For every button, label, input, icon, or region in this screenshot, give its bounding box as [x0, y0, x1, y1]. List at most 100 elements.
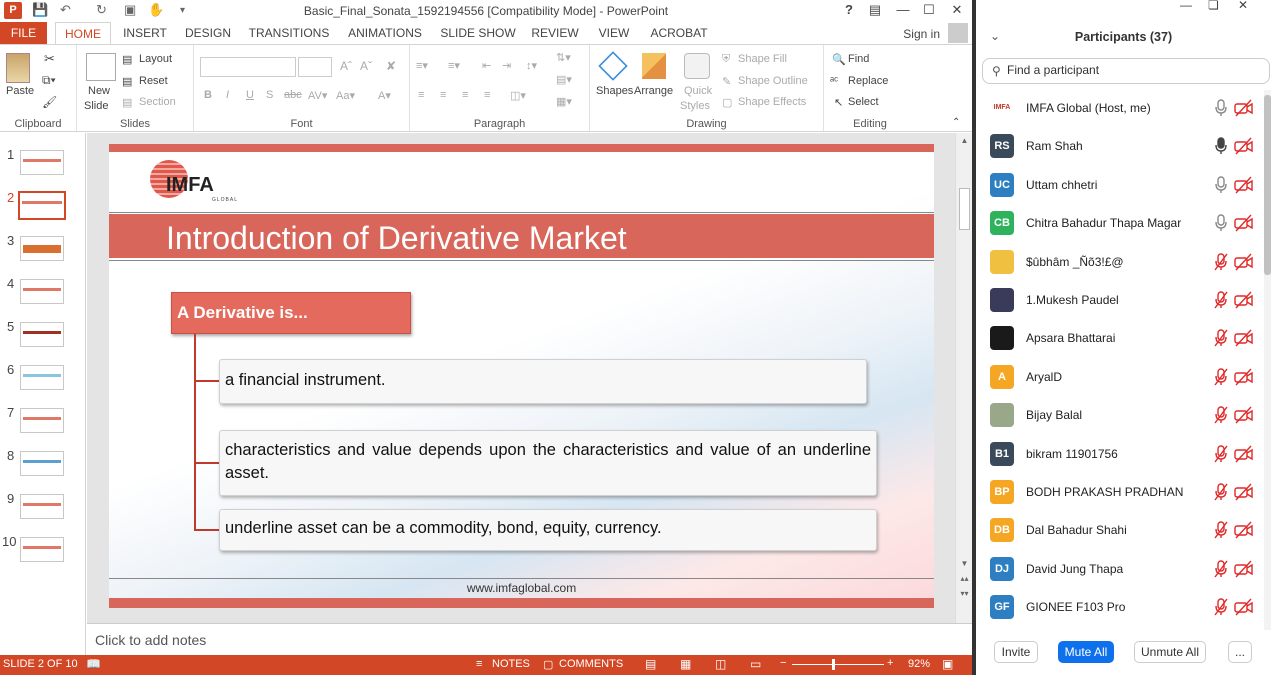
- mic-muted-icon[interactable]: [1214, 368, 1228, 386]
- participant-row[interactable]: $ûbhâm _Ñõ3!£@: [976, 243, 1261, 281]
- mic-muted-icon[interactable]: [1214, 406, 1228, 424]
- next-slide-icon[interactable]: ▾▾: [956, 589, 972, 598]
- unmute-all-button[interactable]: Unmute All: [1134, 641, 1206, 663]
- reset-icon[interactable]: ▤: [122, 75, 132, 88]
- video-off-icon[interactable]: [1234, 176, 1254, 194]
- tab-transitions[interactable]: TRANSITIONS: [246, 22, 332, 45]
- increase-indent-icon[interactable]: ⇥: [502, 59, 511, 72]
- copy-icon[interactable]: ⧉▾: [42, 73, 56, 88]
- slide-sorter-icon[interactable]: ▦: [680, 657, 691, 671]
- shape-fill-button[interactable]: Shape Fill: [738, 53, 787, 65]
- account-avatar-icon[interactable]: [948, 23, 968, 43]
- panel-maximize-icon[interactable]: ❏: [1208, 0, 1219, 12]
- shapes-button[interactable]: Shapes: [596, 85, 633, 97]
- zoom-slider-knob[interactable]: [832, 659, 835, 670]
- notes-pane[interactable]: Click to add notes: [87, 623, 972, 655]
- justify-icon[interactable]: ≡: [484, 89, 490, 101]
- bullet-box-2[interactable]: characteristics and value depends upon t…: [219, 430, 877, 496]
- slide-thumbnail-1[interactable]: [20, 150, 64, 175]
- zoom-slider[interactable]: [792, 664, 884, 665]
- align-left-icon[interactable]: ≡: [418, 89, 424, 101]
- slide-thumbnail-5[interactable]: [20, 322, 64, 347]
- slide-show-icon[interactable]: ▭: [750, 657, 761, 671]
- tab-slide-show[interactable]: SLIDE SHOW: [438, 22, 518, 45]
- new-slide-label-2[interactable]: Slide: [84, 100, 108, 112]
- participant-row[interactable]: Apsara Bhattarai: [976, 319, 1261, 357]
- invite-button[interactable]: Invite: [994, 641, 1038, 663]
- video-off-icon[interactable]: [1234, 560, 1254, 578]
- align-right-icon[interactable]: ≡: [462, 89, 468, 101]
- more-options-button[interactable]: ...: [1228, 641, 1252, 663]
- zoom-out-icon[interactable]: −: [780, 657, 786, 669]
- slide-canvas[interactable]: IMFA GLOBAL Introduction of Derivative M…: [109, 144, 934, 608]
- shape-fill-icon[interactable]: ⛨: [722, 53, 730, 66]
- zoom-in-icon[interactable]: +: [887, 657, 893, 669]
- notes-toggle[interactable]: NOTES: [492, 658, 530, 670]
- participant-search-input[interactable]: [1007, 63, 1257, 77]
- participant-row[interactable]: A AryalD: [976, 358, 1261, 396]
- scroll-down-icon[interactable]: ▼: [956, 559, 972, 568]
- underline-icon[interactable]: U: [246, 89, 254, 101]
- shape-outline-button[interactable]: Shape Outline: [738, 75, 808, 87]
- quick-styles-icon[interactable]: [684, 53, 710, 79]
- slide-thumbnail-7[interactable]: [20, 408, 64, 433]
- reset-button[interactable]: Reset: [139, 75, 168, 87]
- tab-view[interactable]: VIEW: [592, 22, 636, 45]
- slide-thumbnail-8[interactable]: [20, 451, 64, 476]
- font-name-box[interactable]: [200, 57, 296, 77]
- font-color-icon[interactable]: A▾: [378, 89, 391, 102]
- comments-toggle[interactable]: COMMENTS: [559, 658, 623, 670]
- slide-vertical-scrollbar[interactable]: ▲ ▼ ▴▴ ▾▾: [955, 133, 972, 623]
- derivative-heading-box[interactable]: A Derivative is...: [171, 292, 411, 334]
- scroll-up-icon[interactable]: ▲: [956, 136, 972, 145]
- shape-effects-button[interactable]: Shape Effects: [738, 96, 806, 108]
- change-case-icon[interactable]: Aa▾: [336, 89, 355, 102]
- new-slide-label-1[interactable]: New: [88, 85, 110, 97]
- increase-font-icon[interactable]: Aˆ: [340, 59, 352, 73]
- participant-row[interactable]: DB Dal Bahadur Shahi: [976, 511, 1261, 549]
- zoom-level[interactable]: 92%: [908, 658, 930, 670]
- arrange-button[interactable]: Arrange: [634, 85, 673, 97]
- tab-insert[interactable]: INSERT: [118, 22, 172, 45]
- line-spacing-icon[interactable]: ↕▾: [526, 59, 537, 72]
- collapse-ribbon-icon[interactable]: ⌃: [952, 117, 960, 128]
- participant-row[interactable]: GF GIONEE F103 Pro: [976, 588, 1261, 626]
- slide-thumbnail-3[interactable]: [20, 236, 64, 261]
- participant-row[interactable]: CB Chitra Bahadur Thapa Magar: [976, 204, 1261, 242]
- quick-styles-label-1[interactable]: Quick: [684, 85, 712, 97]
- slide-thumbnail-9[interactable]: [20, 494, 64, 519]
- layout-icon[interactable]: ▤: [122, 53, 132, 66]
- strikethrough-icon[interactable]: abc: [284, 89, 302, 101]
- mic-muted-icon[interactable]: [1214, 291, 1228, 309]
- panel-minimize-icon[interactable]: —: [1180, 0, 1192, 12]
- panel-close-icon[interactable]: ✕: [1238, 0, 1248, 12]
- slide-thumbnail-4[interactable]: [20, 279, 64, 304]
- reading-view-icon[interactable]: ◫: [715, 657, 726, 671]
- bullet-box-1[interactable]: a financial instrument.: [219, 359, 867, 404]
- paste-button[interactable]: Paste: [6, 85, 34, 97]
- cut-icon[interactable]: ✂: [44, 51, 55, 67]
- microphone-icon[interactable]: [1214, 99, 1228, 117]
- participant-row[interactable]: UC Uttam chhetri: [976, 166, 1261, 204]
- mic-muted-icon[interactable]: [1214, 560, 1228, 578]
- tab-home[interactable]: HOME: [55, 22, 111, 45]
- microphone-icon[interactable]: [1214, 214, 1228, 232]
- tab-file[interactable]: FILE: [0, 22, 47, 45]
- layout-button[interactable]: Layout: [139, 53, 172, 65]
- text-direction-icon[interactable]: ⇅▾: [556, 51, 571, 64]
- select-icon[interactable]: ↖: [834, 96, 843, 109]
- clear-formatting-icon[interactable]: ✘: [386, 59, 396, 73]
- participant-list-scrollbar[interactable]: [1264, 90, 1271, 630]
- participant-row[interactable]: BP BODH PRAKASH PRADHAN: [976, 473, 1261, 511]
- participant-row[interactable]: IMFA IMFA Global (Host, me): [976, 89, 1261, 127]
- video-off-icon[interactable]: [1234, 368, 1254, 386]
- mic-muted-icon[interactable]: [1214, 483, 1228, 501]
- text-shadow-icon[interactable]: S: [266, 89, 273, 101]
- italic-icon[interactable]: I: [226, 89, 229, 101]
- spelling-icon[interactable]: 📖: [86, 657, 101, 671]
- character-spacing-icon[interactable]: AV▾: [308, 89, 327, 102]
- normal-view-icon[interactable]: ▤: [645, 657, 656, 671]
- tab-design[interactable]: DESIGN: [180, 22, 236, 45]
- shape-effects-icon[interactable]: ▢: [722, 96, 732, 109]
- align-text-icon[interactable]: ▤▾: [556, 73, 572, 86]
